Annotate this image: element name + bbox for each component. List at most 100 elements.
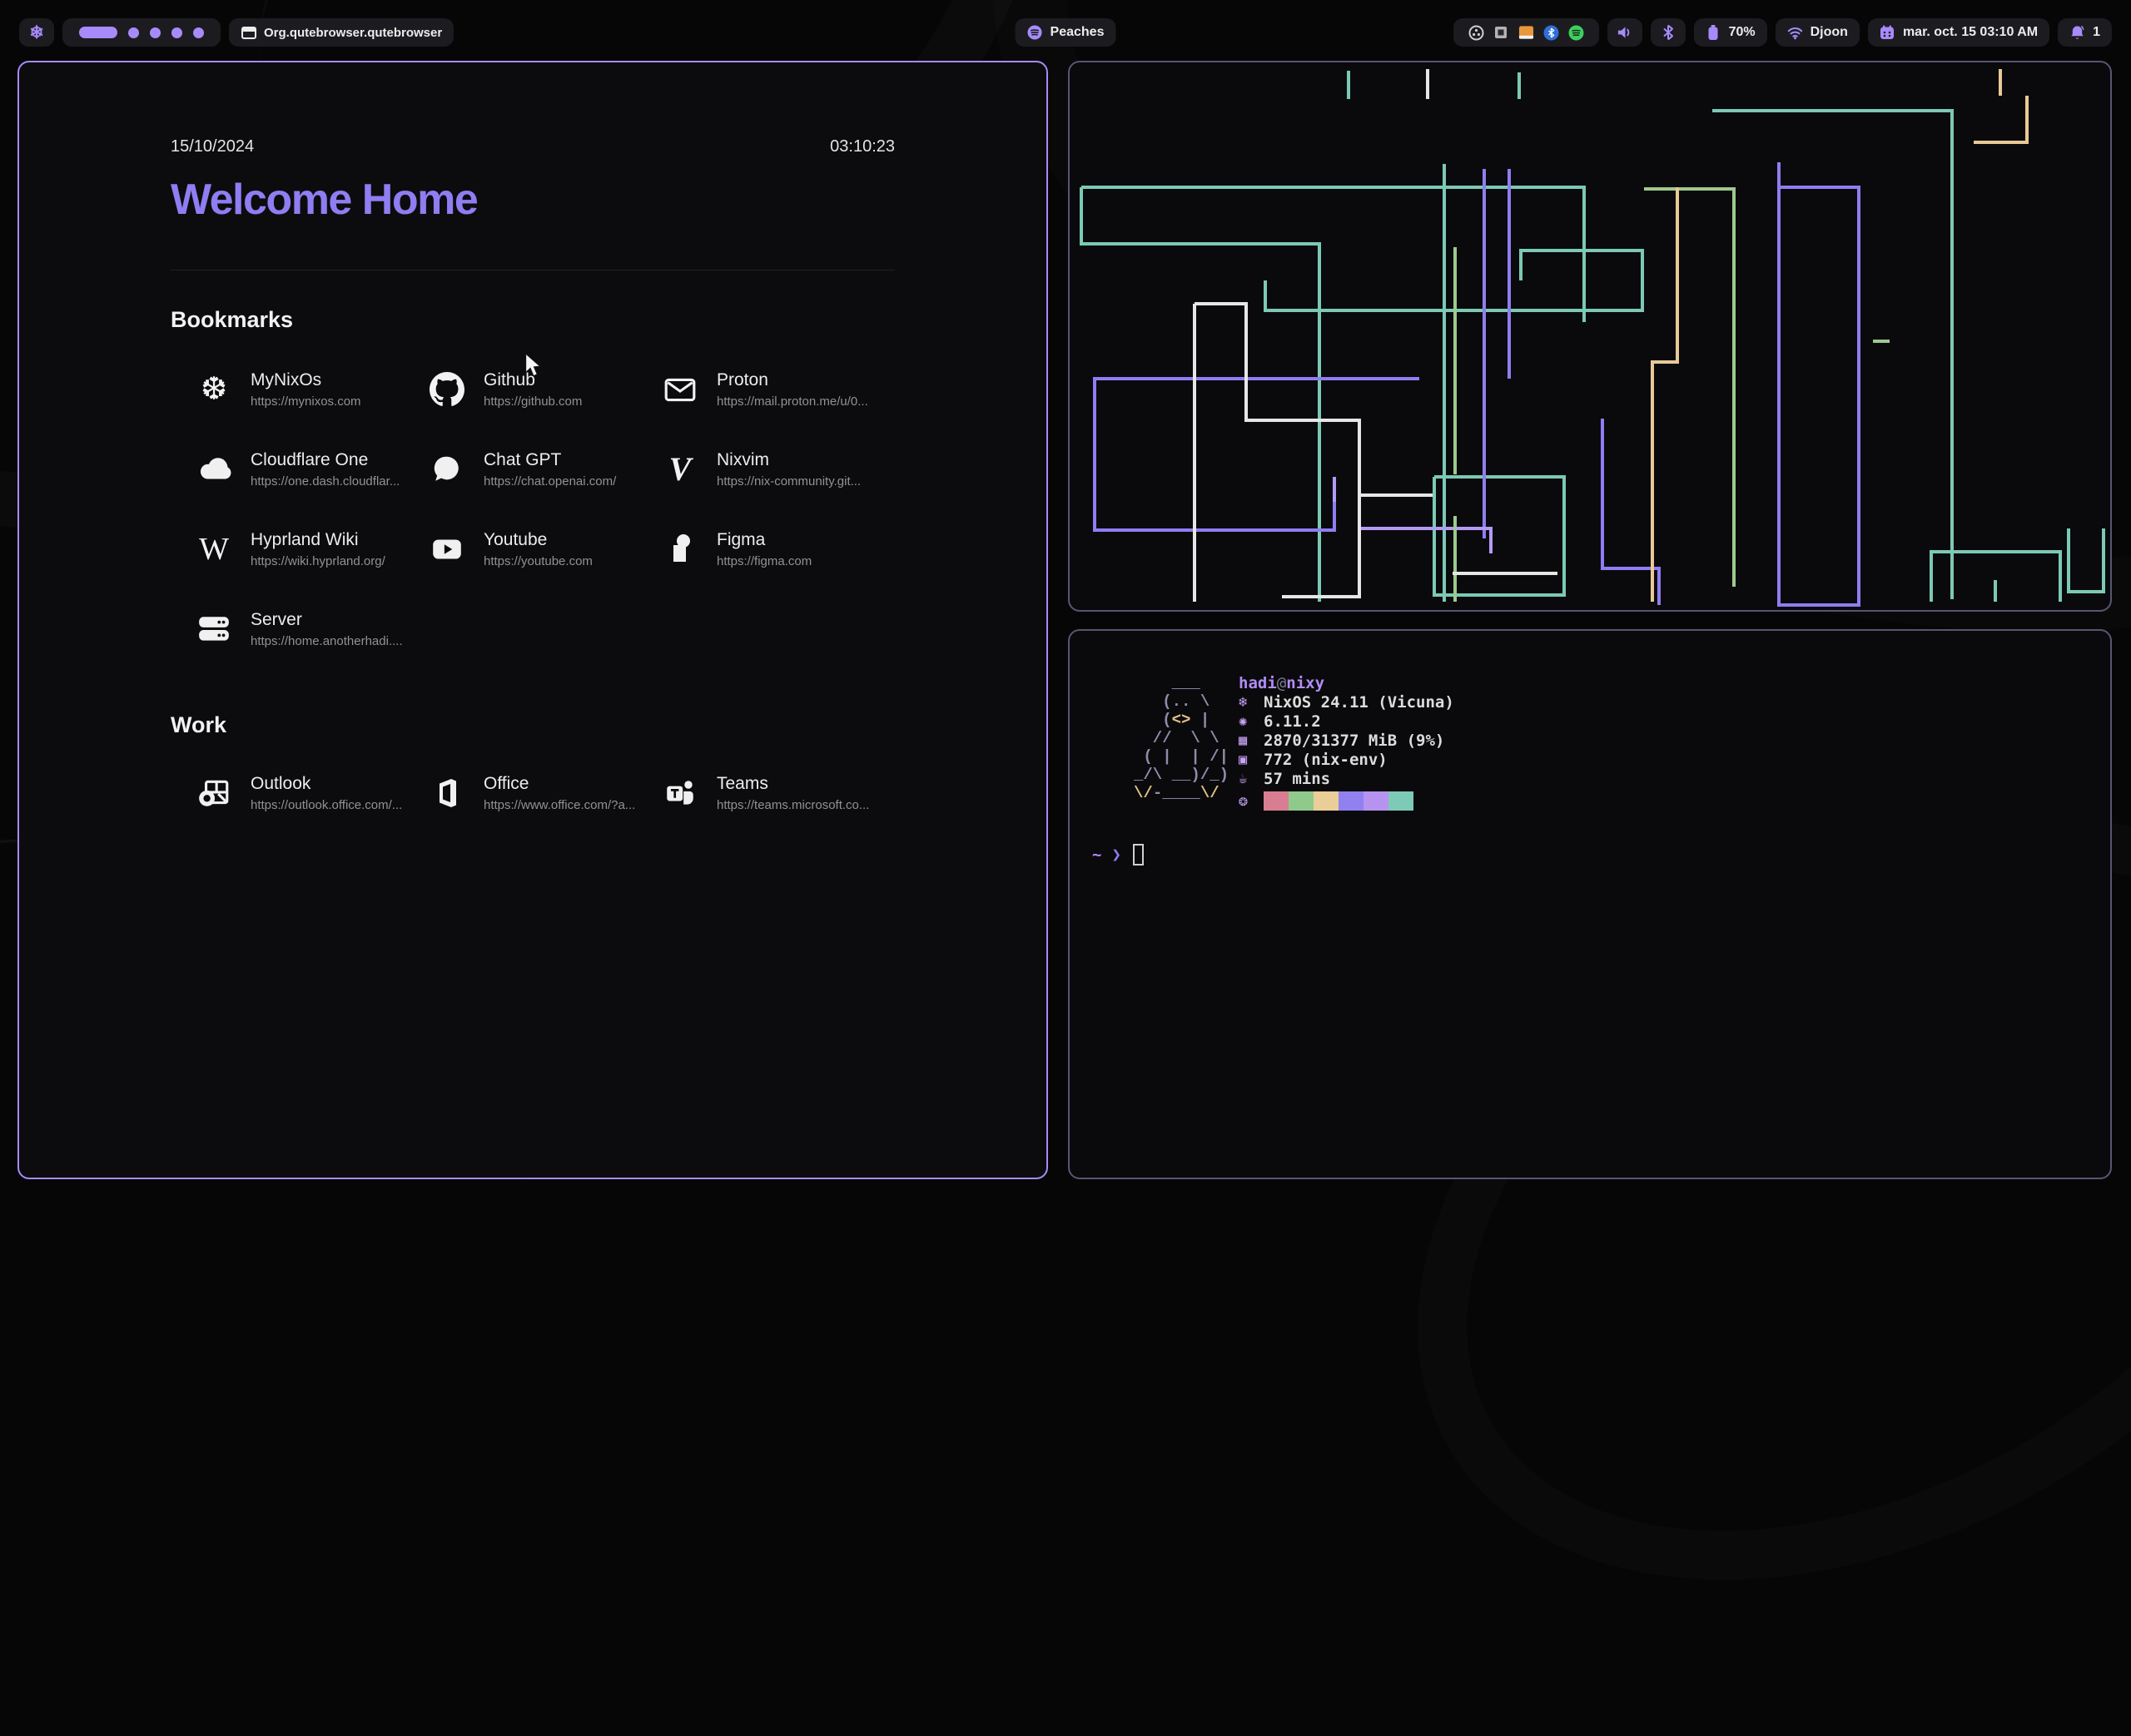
network-module[interactable]: Djoon [1776, 18, 1860, 47]
work-grid: Outlook https://outlook.office.com/... O… [171, 771, 895, 815]
system-tray[interactable] [1453, 18, 1599, 47]
bookmark-url: https://figma.com [717, 554, 812, 568]
bluetooth-icon[interactable] [1543, 25, 1559, 41]
chat-bubble-icon [429, 451, 465, 488]
bookmarks-heading: Bookmarks [171, 307, 895, 333]
bookmark-teams[interactable]: Teams https://teams.microsoft.co... [662, 771, 895, 815]
bookmark-cloudflare-one[interactable]: Cloudflare One https://one.dash.cloudfla… [196, 448, 429, 491]
startpage-time: 03:10:23 [830, 137, 895, 156]
bookmark-mynixos[interactable]: ❆ MyNixOs https://mynixos.com [196, 368, 429, 411]
bookmark-name: Hyprland Wiki [251, 530, 385, 550]
password-manager-icon[interactable] [1493, 25, 1509, 41]
wifi-icon [1787, 25, 1803, 41]
page-title: Welcome Home [171, 175, 895, 225]
teams-icon [662, 775, 698, 811]
nixvim-icon: V [662, 451, 698, 488]
memory-value: 2870/31377 MiB (9%) [1264, 732, 1444, 751]
fastfetch-output: ___ (.. \ (<> | // \ \ ( | | /|_/\ __)/_… [1134, 674, 2085, 811]
fastfetch-memory-line: ▦ 2870/31377 MiB (9%) [1239, 732, 1454, 751]
launcher-button[interactable]: ❄ [19, 18, 54, 47]
bookmark-hyprland-wiki[interactable]: W Hyprland Wiki https://wiki.hyprland.or… [196, 528, 429, 571]
kernel-value: 6.11.2 [1264, 712, 1321, 732]
clock-module[interactable]: mar. oct. 15 03:10 AM [1868, 18, 2049, 47]
volume-module[interactable] [1607, 18, 1642, 47]
bookmark-url: https://mynixos.com [251, 394, 361, 409]
fastfetch-packages-line: ▣ 772 (nix-env) [1239, 751, 1454, 770]
bookmark-url: https://www.office.com/?a... [484, 798, 635, 812]
bookmark-nixvim[interactable]: V Nixvim https://nix-community.git... [662, 448, 895, 491]
terminal-cursor [1133, 844, 1144, 866]
bookmark-server[interactable]: Server https://home.anotherhadi.... [196, 608, 429, 651]
record-icon[interactable] [1468, 25, 1484, 41]
bluetooth-module[interactable] [1651, 18, 1686, 47]
office-icon [429, 775, 465, 811]
bookmark-name: Proton [717, 370, 868, 390]
spotify-icon [1027, 25, 1043, 41]
workspace-dot[interactable] [171, 27, 182, 38]
bookmark-url: https://teams.microsoft.co... [717, 798, 869, 812]
outlook-icon [196, 775, 232, 811]
bookmark-url: https://chat.openai.com/ [484, 474, 616, 489]
packages-value: 772 (nix-env) [1264, 751, 1388, 770]
workspace-active[interactable] [79, 27, 117, 38]
uptime-value: 57 mins [1264, 770, 1330, 789]
notifications-module[interactable]: 1 [2058, 18, 2112, 47]
bookmark-figma[interactable]: Figma https://figma.com [662, 528, 895, 571]
pipes-window[interactable] [1068, 61, 2112, 612]
browser-window[interactable]: 15/10/2024 03:10:23 Welcome Home Bookmar… [17, 61, 1048, 1179]
window-title-label: Org.qutebrowser.qutebrowser [264, 26, 442, 40]
bookmark-name: Server [251, 610, 403, 630]
mynixos-icon: ❆ [196, 371, 232, 408]
bookmark-url: https://wiki.hyprland.org/ [251, 554, 385, 568]
workspace-dot[interactable] [128, 27, 139, 38]
palette-swatch [1289, 791, 1314, 811]
palette-icon: ❂ [1239, 791, 1264, 811]
youtube-icon [429, 531, 465, 568]
shell-prompt[interactable]: ~ ❯ [1092, 844, 2085, 866]
clock-label: mar. oct. 15 03:10 AM [1903, 25, 2038, 40]
packages-icon: ▣ [1239, 751, 1264, 770]
bookmark-office[interactable]: Office https://www.office.com/?a... [429, 771, 662, 815]
ascii-art: ___ (.. \ (<> | // \ \ ( | | /|_/\ __)/_… [1134, 674, 1229, 811]
bookmark-name: Nixvim [717, 450, 861, 470]
uptime-icon: ☕ [1239, 770, 1264, 789]
workspace-dot[interactable] [193, 27, 204, 38]
bookmark-github[interactable]: Github https://github.com [429, 368, 662, 411]
fastfetch-kernel-line: ✺ 6.11.2 [1239, 712, 1454, 732]
workspaces-module[interactable] [62, 18, 221, 47]
palette-swatch [1364, 791, 1388, 811]
bookmark-url: https://github.com [484, 394, 582, 409]
fastfetch-user-host: hadi@nixy [1239, 674, 1454, 693]
files-icon[interactable] [1518, 25, 1534, 41]
palette-swatch [1388, 791, 1413, 811]
spotify-tray-icon[interactable] [1568, 25, 1584, 41]
bookmark-url: https://nix-community.git... [717, 474, 861, 489]
pipes-screensaver [1070, 62, 2110, 610]
bookmark-chatgpt[interactable]: Chat GPT https://chat.openai.com/ [429, 448, 662, 491]
speaker-icon [1617, 25, 1632, 41]
prompt-chevron-icon: ❯ [1111, 846, 1120, 864]
server-icon [196, 611, 232, 647]
bookmark-outlook[interactable]: Outlook https://outlook.office.com/... [196, 771, 429, 815]
bookmarks-grid: ❆ MyNixOs https://mynixos.com Github htt… [171, 368, 895, 651]
palette-swatch [1264, 791, 1289, 811]
bookmark-name: Youtube [484, 530, 593, 550]
network-ssid: Djoon [1811, 25, 1848, 40]
bookmark-url: https://outlook.office.com/... [251, 798, 402, 812]
workspace-dot[interactable] [150, 27, 161, 38]
battery-module[interactable]: 70% [1694, 18, 1767, 47]
fastfetch-os-line: ❄ NixOS 24.11 (Vicuna) [1239, 693, 1454, 712]
bookmark-name: MyNixOs [251, 370, 361, 390]
nixos-snowflake-icon: ❄ [29, 24, 44, 42]
palette-swatch [1314, 791, 1339, 811]
bookmark-proton[interactable]: Proton https://mail.proton.me/u/0... [662, 368, 895, 411]
window-title-module[interactable]: Org.qutebrowser.qutebrowser [229, 18, 454, 47]
figma-icon [662, 531, 698, 568]
bookmark-url: https://mail.proton.me/u/0... [717, 394, 868, 409]
palette-swatch [1339, 791, 1364, 811]
bookmark-name: Chat GPT [484, 450, 616, 470]
media-player-module[interactable]: Peaches [1016, 18, 1116, 47]
memory-icon: ▦ [1239, 732, 1264, 751]
terminal-window[interactable]: ___ (.. \ (<> | // \ \ ( | | /|_/\ __)/_… [1068, 629, 2112, 1179]
bookmark-youtube[interactable]: Youtube https://youtube.com [429, 528, 662, 571]
